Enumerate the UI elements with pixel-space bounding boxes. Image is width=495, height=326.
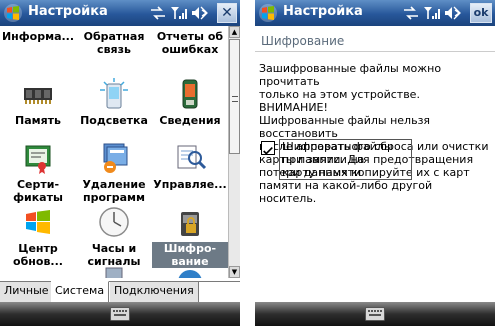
managed-programs-icon [177,145,207,170]
certificates-icon [25,145,51,174]
tile-label: Подсветка [80,114,148,127]
scroll-down-arrow-icon[interactable]: ▼ [229,266,240,278]
memory-icon [24,88,52,104]
scroll-up-arrow-icon[interactable]: ▲ [229,26,240,38]
settings-icon-grid: Информа... Обратная связь Отчеты об ошиб… [0,26,228,278]
windows-start-icon[interactable] [3,3,23,23]
encrypt-files-label[interactable]: Шифровать файлы при записи на карту памя… [279,139,412,180]
encryption-icon [181,212,199,236]
tile-label: Сведения [159,114,221,127]
tab-connections[interactable]: Подключения [110,282,199,302]
tile-backlight[interactable]: Подсветка [76,72,152,127]
signal-strength-icon[interactable] [170,6,188,20]
encrypt-files-checkbox[interactable] [261,141,275,155]
tile-label: Управляе... [153,178,227,191]
tile-remove-programs[interactable]: Удаление программ [76,136,152,204]
title-bar: Настройка ok [255,0,495,26]
windows-start-icon[interactable] [258,3,278,23]
tile-memory[interactable]: Память [0,72,76,127]
about-icon [182,79,198,109]
tile-clock-alarms[interactable]: Часы и сигналы [76,200,152,268]
connectivity-icon[interactable] [150,6,166,20]
tile-managed-programs[interactable]: Управляе... [152,136,228,191]
tile-label: Информа... [1,30,75,43]
ok-button[interactable]: ok [470,3,492,23]
soft-key-bar [255,302,495,326]
backlight-icon [100,78,128,109]
tile-about[interactable]: Сведения [152,72,228,127]
tile-label: Обратная связь [83,30,145,56]
tile-encryption[interactable]: Шифро-вание [152,200,228,268]
volume-icon[interactable] [444,6,462,20]
description-line: только на этом устройстве. ВНИМАНИЕ! [259,88,420,114]
tile-certificates[interactable]: Серти-фикаты [0,136,76,204]
tile-error-reports[interactable]: Отчеты об ошибках [152,30,228,56]
checkmark-icon [263,146,273,155]
title-bar: Настройка ✕ [0,0,240,26]
soft-key-bar [0,302,240,326]
update-center-icon [26,210,50,234]
settings-system-screen: Настройка ✕ Информа... Обратная связь От… [0,0,240,326]
page-header: Шифрование [255,26,495,52]
encryption-description: Зашифрованные файлы можно прочитать толь… [259,62,491,205]
volume-icon[interactable] [191,6,209,20]
tab-personal[interactable]: Личные [0,282,54,302]
description-line: Зашифрованные файлы можно прочитать [259,62,442,88]
close-button[interactable]: ✕ [217,3,237,23]
keyboard-icon[interactable] [365,307,385,321]
tile-label: Память [14,114,61,127]
vertical-scrollbar[interactable]: ▲ ▼ [228,26,240,278]
tile-update-center[interactable]: Центр обнов... [0,200,76,268]
next-row-globe-icon [178,270,202,278]
tile-label: Отчеты об ошибках [156,30,224,56]
description-line: памяти на какой-либо другой носитель. [259,179,433,205]
encrypt-files-option[interactable]: Шифровать файлы при записи на карту памя… [259,139,491,180]
remove-programs-icon [103,143,128,173]
app-title: Настройка [28,4,108,19]
tab-strip: Личные Система Подключения [0,281,240,302]
signal-strength-icon[interactable] [423,6,441,20]
tab-system[interactable]: Система [51,281,110,302]
next-row-icon [105,267,123,278]
scrollbar-thumb[interactable] [229,39,240,154]
tile-information[interactable]: Информа... [0,30,76,43]
tile-feedback[interactable]: Обратная связь [76,30,152,56]
clock-alarms-icon [99,207,129,237]
description-line: Шифрованные файлы нельзя восстановить [259,114,431,140]
keyboard-icon[interactable] [110,307,130,321]
app-title: Настройка [283,4,363,19]
checkbox-label-line: карту памяти [282,166,362,179]
checkbox-label-line: Шифровать файлы при записи на [282,140,393,166]
connectivity-icon[interactable] [403,6,419,20]
encryption-settings-screen: Настройка ok Шифрование Зашифрованные фа… [255,0,495,326]
